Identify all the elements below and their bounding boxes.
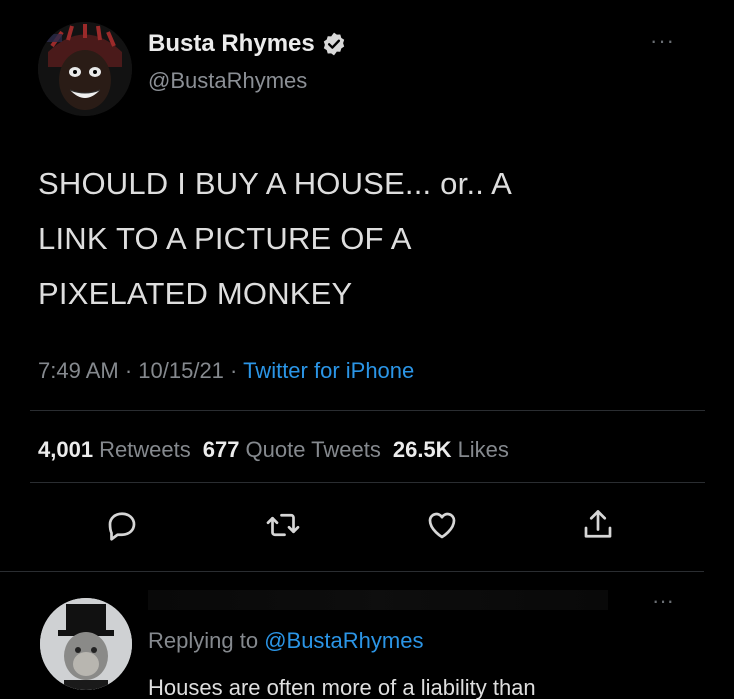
avatar-image	[38, 22, 132, 116]
quote-tweets-label: Quote Tweets	[245, 437, 381, 462]
author-name-row[interactable]: Busta Rhymes	[148, 30, 347, 58]
divider	[30, 410, 705, 411]
tweet-date[interactable]: 10/15/21	[138, 358, 224, 383]
retweets-label: Retweets	[99, 437, 191, 462]
reply-avatar-image	[40, 598, 132, 690]
author-avatar[interactable]	[38, 22, 132, 116]
verified-badge-icon	[321, 31, 347, 57]
reply-text: Houses are often more of a liability tha…	[148, 675, 536, 699]
tweet-source-link[interactable]: Twitter for iPhone	[243, 358, 414, 383]
tweet-text: SHOULD I BUY A HOUSE... or.. A LINK TO A…	[38, 156, 678, 321]
replying-prefix: Replying to	[148, 628, 265, 653]
more-options-icon[interactable]: ···	[650, 30, 675, 52]
tweet-time[interactable]: 7:49 AM	[38, 358, 119, 383]
likes-stat[interactable]: 26.5K Likes	[393, 437, 509, 463]
likes-label: Likes	[457, 437, 509, 462]
tweet-stats: 4,001 Retweets 677 Quote Tweets 26.5K Likes	[38, 437, 509, 463]
author-handle[interactable]: @BustaRhymes	[148, 68, 307, 94]
quote-tweets-stat[interactable]: 677 Quote Tweets	[203, 437, 381, 463]
reply-author-row[interactable]	[148, 590, 608, 610]
heart-icon[interactable]	[424, 507, 460, 543]
quote-tweets-count: 677	[202, 437, 240, 462]
author-name[interactable]: Busta Rhymes	[148, 30, 315, 58]
divider	[0, 571, 704, 572]
retweets-count: 4,001	[38, 437, 94, 462]
divider	[30, 482, 705, 483]
tweet-line: SHOULD I BUY A HOUSE... or.. A	[38, 166, 513, 201]
reply-more-options-icon[interactable]: ···	[652, 590, 674, 612]
replying-to: Replying to @BustaRhymes	[148, 628, 423, 654]
meta-separator: ·	[223, 358, 244, 383]
retweet-icon[interactable]	[265, 507, 301, 543]
replying-mention-link[interactable]: @BustaRhymes	[264, 628, 423, 653]
reply-avatar[interactable]	[40, 598, 132, 690]
share-icon[interactable]	[580, 507, 616, 543]
reply-icon[interactable]	[104, 507, 140, 543]
likes-count: 26.5K	[392, 437, 452, 462]
tweet-line: PIXELATED MONKEY	[38, 276, 353, 311]
retweets-stat[interactable]: 4,001 Retweets	[38, 437, 191, 463]
tweet-metadata: 7:49 AM · 10/15/21 · Twitter for iPhone	[38, 358, 414, 384]
tweet-line: LINK TO A PICTURE OF A	[38, 221, 412, 256]
meta-separator: ·	[118, 358, 139, 383]
